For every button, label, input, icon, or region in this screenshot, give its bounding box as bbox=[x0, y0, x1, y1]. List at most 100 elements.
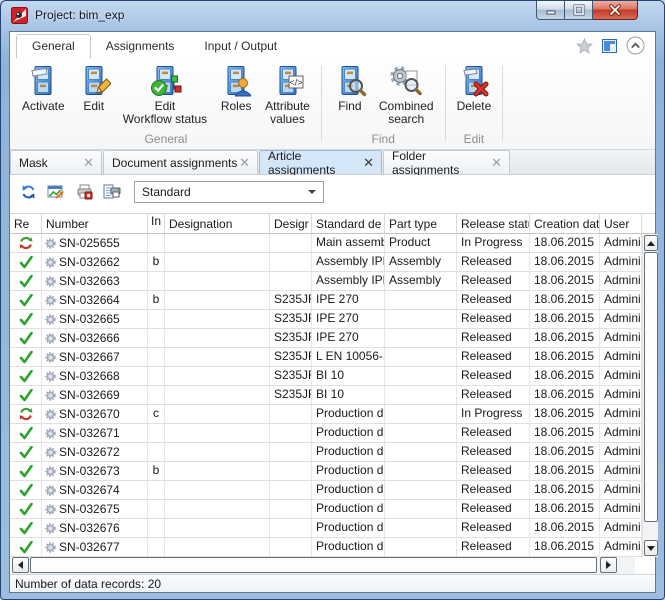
maximize-button[interactable] bbox=[565, 1, 593, 20]
table-row[interactable]: SN-032662 b Assembly IPE 270 Assembly Re… bbox=[10, 253, 655, 272]
dock-window-icon[interactable] bbox=[602, 39, 617, 53]
roles-button[interactable]: Roles bbox=[213, 60, 259, 113]
release-status-text-cell: Released bbox=[457, 272, 530, 291]
tab-close-icon[interactable]: ✕ bbox=[490, 157, 503, 169]
find-button[interactable]: Find bbox=[327, 60, 373, 113]
result-window-icon bbox=[47, 184, 65, 200]
part-number: SN-032668 bbox=[59, 368, 120, 385]
horizontal-scroll-thumb[interactable] bbox=[30, 557, 597, 573]
designation2-cell bbox=[270, 424, 312, 443]
part-type-cell bbox=[385, 291, 457, 310]
scroll-up-button[interactable] bbox=[644, 235, 658, 251]
designation-cell bbox=[165, 538, 270, 557]
print-report-button[interactable] bbox=[74, 182, 94, 202]
title-bar[interactable]: Project: bim_exp bbox=[1, 1, 664, 31]
tab-document-assignments[interactable]: Document assignments ✕ bbox=[103, 150, 258, 174]
scroll-left-button[interactable] bbox=[12, 557, 29, 573]
table-row[interactable]: SN-032677 Production drawing Released 18… bbox=[10, 538, 655, 557]
release-status-cell bbox=[10, 500, 42, 519]
table-row[interactable]: SN-032668 S235JRG2 BI 10 Released 18.06.… bbox=[10, 367, 655, 386]
vertical-scrollbar[interactable] bbox=[642, 234, 658, 557]
release-status-text-cell: Released bbox=[457, 462, 530, 481]
release-status-text-cell: In Progress bbox=[457, 405, 530, 424]
standard-designation-cell: Production drawing bbox=[312, 462, 385, 481]
part-number: SN-025655 bbox=[59, 235, 120, 252]
result-view-combobox[interactable]: Standard bbox=[134, 181, 324, 203]
part-type-cell bbox=[385, 462, 457, 481]
column-header-6[interactable]: Part type bbox=[385, 214, 457, 233]
release-status-cell bbox=[10, 443, 42, 462]
edit-workflow-status-button[interactable]: EditWorkflow status bbox=[117, 60, 213, 126]
scroll-right-button[interactable] bbox=[600, 557, 617, 573]
part-number: SN-032662 bbox=[59, 254, 120, 271]
table-row[interactable]: SN-025655 Main assembly Product In Progr… bbox=[10, 234, 655, 253]
delete-button[interactable]: Delete bbox=[451, 60, 498, 113]
release-status-cell bbox=[10, 329, 42, 348]
tab-close-icon[interactable]: ✕ bbox=[82, 157, 95, 169]
table-row[interactable]: SN-032674 Production drawing Released 18… bbox=[10, 481, 655, 500]
table-row[interactable]: SN-032673 b Production drawing Released … bbox=[10, 462, 655, 481]
combined-search-button[interactable]: Combinedsearch bbox=[373, 60, 440, 126]
release-status-text-cell: Released bbox=[457, 481, 530, 500]
table-row[interactable]: SN-032665 S235JRG2 IPE 270 Released 18.0… bbox=[10, 310, 655, 329]
edit-button[interactable]: Edit bbox=[71, 60, 117, 113]
release-status-cell bbox=[10, 272, 42, 291]
index-cell bbox=[148, 424, 165, 443]
table-row[interactable]: SN-032669 S235JRG2 BI 10 Released 18.06.… bbox=[10, 386, 655, 405]
part-gear-icon bbox=[45, 390, 56, 401]
tab-close-icon[interactable]: ✕ bbox=[238, 157, 251, 169]
part-number: SN-032665 bbox=[59, 311, 120, 328]
print-list-icon bbox=[103, 184, 121, 200]
column-header-1[interactable]: Number bbox=[42, 214, 148, 233]
designation2-cell: S235JRG2 bbox=[270, 386, 312, 405]
released-check-icon bbox=[19, 484, 33, 497]
scroll-down-button[interactable] bbox=[644, 540, 658, 556]
table-row[interactable]: SN-032663 Assembly IPE 270 Assembly Rele… bbox=[10, 272, 655, 291]
ribbon-tab-input-output[interactable]: Input / Output bbox=[189, 35, 292, 58]
refresh-button[interactable] bbox=[18, 182, 38, 202]
index-cell bbox=[148, 234, 165, 253]
tab-close-icon[interactable]: ✕ bbox=[362, 157, 375, 169]
ribbon-tab-general[interactable]: General bbox=[16, 34, 91, 59]
column-header-7[interactable]: Release statu bbox=[457, 214, 530, 233]
tab-folder-assignments[interactable]: Folder assignments ✕ bbox=[383, 150, 510, 174]
minimize-button[interactable] bbox=[536, 1, 565, 20]
tab-article-assignments[interactable]: Article assignments ✕ bbox=[259, 150, 382, 174]
table-row[interactable]: SN-032670 c Production drawing In Progre… bbox=[10, 405, 655, 424]
table-row[interactable]: SN-032664 b S235JRG2 IPE 270 Released 18… bbox=[10, 291, 655, 310]
result-window-button[interactable] bbox=[46, 182, 66, 202]
column-header-3[interactable]: Designation bbox=[165, 214, 270, 233]
column-header-2[interactable]: In bbox=[148, 214, 165, 233]
close-button[interactable] bbox=[593, 1, 638, 20]
part-number: SN-032663 bbox=[59, 273, 120, 290]
user-cell: Administrator bbox=[600, 291, 642, 310]
print-list-button[interactable] bbox=[102, 182, 122, 202]
ribbon-tab-assignments[interactable]: Assignments bbox=[91, 35, 190, 58]
attribute-values-button[interactable]: </> Attributevalues bbox=[259, 60, 316, 126]
table-row[interactable]: SN-032675 Production drawing Released 18… bbox=[10, 500, 655, 519]
table-row[interactable]: SN-032666 S235JRG2 IPE 270 Released 18.0… bbox=[10, 329, 655, 348]
column-header-8[interactable]: Creation dat bbox=[530, 214, 600, 233]
standard-designation-cell: BI 10 bbox=[312, 367, 385, 386]
user-cell: Administrator bbox=[600, 462, 642, 481]
part-gear-icon bbox=[45, 428, 56, 439]
favorites-star-icon[interactable] bbox=[576, 38, 593, 54]
activate-button[interactable]: Activate bbox=[16, 60, 71, 113]
column-header-0[interactable]: Re bbox=[10, 214, 42, 233]
designation2-cell bbox=[270, 272, 312, 291]
ribbon-group-edit: Delete Edit bbox=[451, 60, 498, 149]
column-header-4[interactable]: Desigr bbox=[270, 214, 312, 233]
release-status-cell bbox=[10, 291, 42, 310]
horizontal-scrollbar[interactable] bbox=[12, 557, 635, 574]
tab-mask[interactable]: Mask ✕ bbox=[10, 150, 102, 174]
column-header-5[interactable]: Standard de bbox=[312, 214, 385, 233]
designation2-cell bbox=[270, 405, 312, 424]
table-row[interactable]: SN-032672 Production drawing Released 18… bbox=[10, 443, 655, 462]
column-header-9[interactable]: User bbox=[600, 214, 642, 233]
vertical-scroll-thumb[interactable] bbox=[644, 252, 658, 522]
part-gear-icon bbox=[45, 447, 56, 458]
table-row[interactable]: SN-032667 S235JRG2 L EN 10056-1 Released… bbox=[10, 348, 655, 367]
table-row[interactable]: SN-032676 Production drawing Released 18… bbox=[10, 519, 655, 538]
collapse-ribbon-icon[interactable] bbox=[626, 36, 645, 55]
table-row[interactable]: SN-032671 Production drawing Released 18… bbox=[10, 424, 655, 443]
